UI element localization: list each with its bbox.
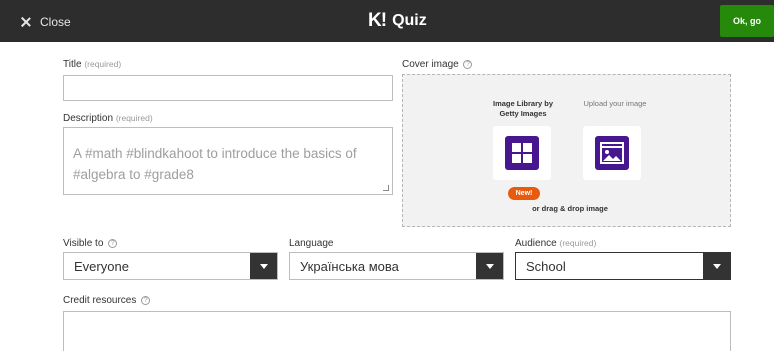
visible-to-select[interactable]: Everyone (63, 252, 278, 280)
title-label-text: Title (63, 59, 82, 70)
help-icon[interactable]: ? (108, 239, 118, 248)
cover-image-dropzone[interactable]: Image Library by Getty Images Upload you… (402, 74, 731, 227)
close-icon (20, 16, 32, 28)
close-label: Close (40, 15, 71, 29)
image-upload-icon (595, 136, 629, 170)
language-value: Українська мова (300, 259, 399, 274)
credit-resources-textarea[interactable] (63, 311, 731, 351)
visible-to-label: Visible to ? (63, 238, 118, 249)
drag-drop-text: or drag & drop image (532, 204, 608, 213)
visible-to-label-text: Visible to (63, 238, 104, 249)
audience-required-hint: (required) (559, 238, 597, 248)
cover-image-label: Cover image ? (402, 59, 473, 70)
credit-resources-label: Credit resources ? (63, 295, 151, 306)
description-placeholder: A #math #blindkahoot to introduce the ba… (73, 146, 357, 182)
visible-to-value: Everyone (74, 259, 129, 274)
language-select[interactable]: Українська мова (289, 252, 504, 280)
credit-resources-label-text: Credit resources (63, 295, 137, 306)
ok-go-button[interactable]: Ok, go (720, 5, 774, 37)
caret-down-icon[interactable] (476, 253, 503, 279)
upload-image-title: Upload your image (583, 99, 647, 108)
image-library-title: Image Library by Getty Images (492, 99, 554, 118)
audience-value: School (526, 259, 566, 274)
audience-label: Audience (required) (515, 238, 596, 249)
caret-down-icon[interactable] (703, 253, 730, 279)
image-library-button[interactable] (493, 126, 551, 180)
title-label: Title (required) (63, 59, 121, 70)
brand: K! Quiz (368, 10, 427, 32)
caret-down-icon[interactable] (250, 253, 277, 279)
help-icon[interactable]: ? (141, 296, 151, 305)
grid-icon (505, 136, 539, 170)
description-required-hint: (required) (115, 113, 153, 123)
upload-image-button[interactable] (583, 126, 641, 180)
title-required-hint: (required) (84, 59, 122, 69)
app-name: Quiz (392, 12, 427, 29)
audience-select[interactable]: School (515, 252, 731, 280)
audience-label-text: Audience (515, 238, 557, 249)
description-label: Description (required) (63, 113, 153, 124)
title-input[interactable] (63, 75, 393, 101)
top-bar: Close K! Quiz Ok, go (0, 0, 774, 42)
kahoot-logo: K! (368, 10, 387, 31)
close-button[interactable]: Close (20, 12, 71, 32)
help-icon[interactable]: ? (463, 60, 473, 69)
language-label-text: Language (289, 238, 334, 249)
description-textarea[interactable]: A #math #blindkahoot to introduce the ba… (63, 127, 393, 195)
new-badge: New! (508, 187, 540, 200)
description-label-text: Description (63, 113, 114, 124)
resize-handle[interactable] (383, 185, 389, 191)
cover-image-label-text: Cover image (402, 59, 459, 70)
language-label: Language (289, 238, 334, 249)
